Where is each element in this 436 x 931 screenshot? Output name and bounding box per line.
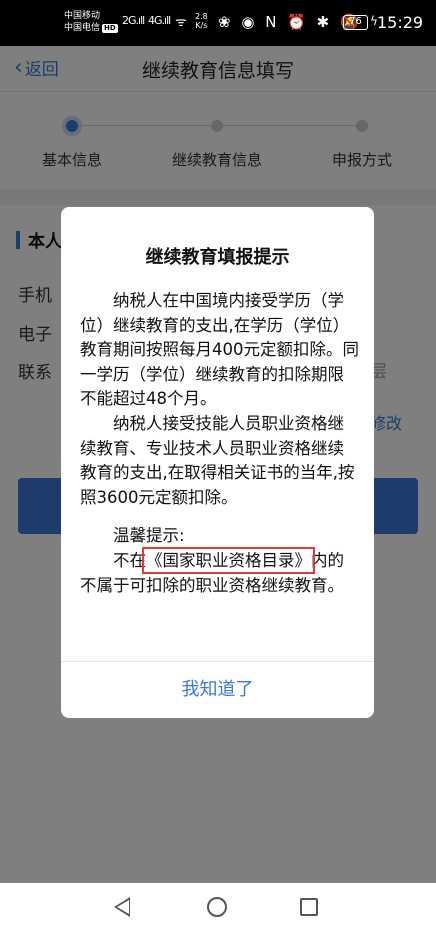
nav-home-icon[interactable]	[207, 897, 227, 917]
signal-4g-icon: 4G.ıll	[148, 14, 171, 27]
status-icons: ❀ ◉ N ⏰ ✱ 🔕	[218, 13, 362, 31]
speed-unit: K/s	[195, 21, 208, 30]
wifi-icon: ᯤ	[175, 15, 187, 30]
dialog-paragraph-1: 纳税人在中国境内接受学历（学位）继续教育的支出,在学历（学位）教育期间按照每月4…	[80, 291, 359, 409]
battery-icon: 76	[343, 15, 368, 30]
hd-badge: HD	[102, 24, 118, 33]
nav-recent-icon[interactable]	[300, 898, 318, 916]
carrier-2: 中国电信	[64, 23, 101, 33]
carrier-info: 中国移动 中国电信 HD	[64, 10, 118, 34]
dialog-paragraph-2: 纳税人接受技能人员职业资格继续教育、专业技术人员职业资格继续教育的支出,在取得相…	[80, 413, 355, 507]
system-nav-bar	[0, 883, 436, 931]
tip-pre: 不在	[113, 550, 146, 570]
network-speed: 2.8 K/s	[195, 12, 208, 30]
confirm-button[interactable]: 我知道了	[61, 662, 374, 718]
dialog-title: 继续教育填报提示	[145, 247, 290, 268]
catalog-name-highlight: 《国家职业资格目录》	[142, 546, 315, 574]
tip-title: 温馨提示:	[113, 526, 185, 546]
tip-text: 不在《国家职业资格目录》内的不属于可扣除的职业资格继续教育。	[80, 546, 360, 598]
education-tip-dialog: 继续教育填报提示 纳税人在中国境内接受学历（学位）继续教育的支出,在学历（学位）…	[61, 207, 374, 718]
status-bar: 中国移动 中国电信 HD 2G.ıll 4G.ıll ᯤ 2.8 K/s ❀ ◉ …	[0, 0, 436, 46]
clock: 15:29	[377, 13, 424, 32]
signal-2g-icon: 2G.ıll	[122, 14, 145, 27]
nav-back-icon[interactable]	[114, 897, 130, 917]
speed-value: 2.8	[195, 12, 208, 21]
carrier-1: 中国移动	[64, 11, 101, 21]
dialog-body: 纳税人在中国境内接受学历（学位）继续教育的支出,在学历（学位）教育期间按照每月4…	[80, 289, 360, 598]
